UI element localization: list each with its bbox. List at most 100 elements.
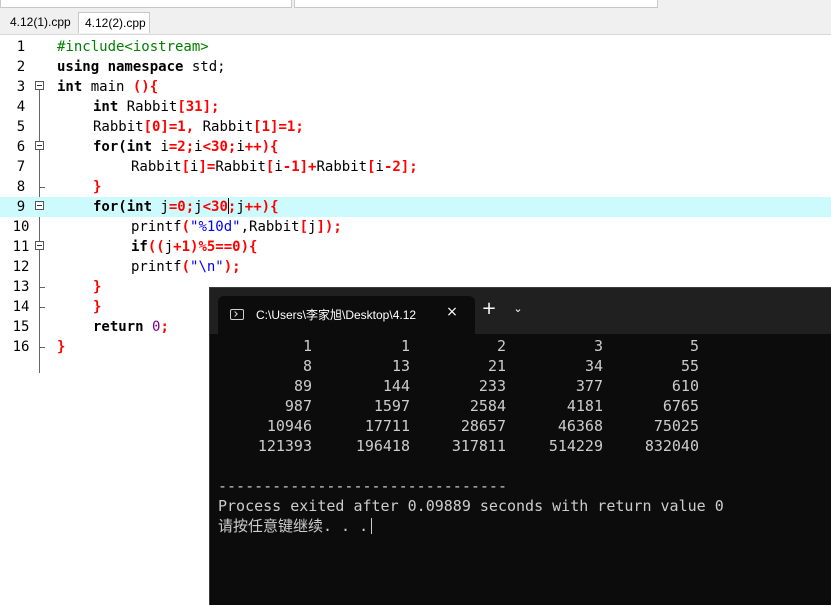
fold-collapse-icon[interactable] [35,141,44,150]
output-number: 89 [293,377,312,395]
fold-end-marker [39,287,45,288]
line-number: 11 [12,239,30,255]
code-line: 12 printf("\n"); [0,257,831,277]
code-text: if((j+1)%5==0){ [131,239,258,255]
window-top-strip [0,0,831,10]
output-number: 2 [496,337,506,355]
line-number: 14 [12,299,30,315]
output-number: 610 [671,377,699,395]
line-number: 4 [16,99,26,115]
code-text: } [93,299,102,315]
output-number: 55 [680,357,699,375]
code-text: printf("%10d",Rabbit[j]); [131,219,342,235]
output-number: 121393 [257,437,312,455]
output-number: 3 [593,337,603,355]
exit-message: Process exited after 0.09889 seconds wit… [218,497,724,515]
code-line: 11 if((j+1)%5==0){ [0,237,831,257]
output-number: 1 [400,337,410,355]
console-window[interactable]: C:\Users\李家旭\Desktop\4.12 × + ⌄ 1 1 2 3 … [209,287,831,605]
chevron-down-icon[interactable]: ⌄ [510,301,526,317]
fold-collapse-icon[interactable] [35,201,44,210]
console-title-bar[interactable]: C:\Users\李家旭\Desktop\4.12 × + ⌄ [210,288,831,334]
output-number: 144 [382,377,410,395]
code-text: } [57,339,66,355]
console-cursor [371,518,373,534]
tab-file-1[interactable]: 4.12(1).cpp [4,12,78,33]
output-number: 317811 [451,437,506,455]
fold-end-marker [39,347,45,348]
output-number: 2584 [469,397,506,415]
fold-end-marker [39,187,45,188]
code-line: 4 int Rabbit[31]; [0,97,831,117]
output-number: 514229 [548,437,603,455]
output-row: 1 1 2 3 5 [210,336,831,356]
output-number: 28657 [460,417,506,435]
output-number: 13 [391,357,410,375]
output-number: 196418 [355,437,410,455]
output-number: 10946 [266,417,312,435]
tab-file-2-active[interactable]: 4.12(2).cpp [78,12,150,33]
line-number: 8 [16,179,26,195]
code-line: 6 for(int i=2;i<30;i++){ [0,137,831,157]
line-number: 1 [16,39,26,55]
output-number: 1 [302,337,312,355]
output-number: 832040 [644,437,699,455]
output-number: 75025 [653,417,699,435]
code-line: 3 int main (){ [0,77,831,97]
code-text: int main (){ [57,79,159,95]
screen: 4.12(1).cpp 4.12(2).cpp 1 #include<iostr… [0,0,831,605]
toolbar-box-right [294,0,658,8]
line-number: 7 [16,159,26,175]
output-number: 21 [487,357,506,375]
code-text: Rabbit[i]=Rabbit[i-1]+Rabbit[i-2]; [131,159,418,175]
code-text: } [93,179,102,195]
output-number: 17711 [364,417,410,435]
output-number: 4181 [566,397,603,415]
output-number: 8 [302,357,312,375]
line-number: 12 [12,259,30,275]
code-text: for(int j=0;j<30;j++){ [93,198,279,215]
line-number: 15 [12,319,30,335]
fold-collapse-icon[interactable] [35,241,44,250]
output-row: 121393 196418 317811 514229 832040 [210,436,831,456]
output-number: 34 [584,357,603,375]
output-number: 1597 [373,397,410,415]
line-number: 2 [16,59,26,75]
output-number: 6765 [662,397,699,415]
line-number: 16 [12,339,30,355]
editor-tab-bar: 4.12(1).cpp 4.12(2).cpp [0,10,831,35]
code-text: int Rabbit[31]; [93,99,220,115]
output-row: 8 13 21 34 55 [210,356,831,376]
code-text: using namespace std; [57,59,226,75]
new-tab-icon[interactable]: + [480,300,498,318]
code-line: 10 printf("%10d",Rabbit[j]); [0,217,831,237]
code-line: 5 Rabbit[0]=1, Rabbit[1]=1; [0,117,831,137]
console-tab[interactable]: C:\Users\李家旭\Desktop\4.12 × [218,296,475,334]
line-number: 13 [12,279,30,295]
fold-end-marker [39,307,45,308]
code-text: } [93,279,102,295]
close-icon[interactable]: × [444,304,460,320]
code-text: Rabbit[0]=1, Rabbit[1]=1; [93,119,304,135]
toolbar-box-left [0,0,292,8]
line-number: 3 [16,79,26,95]
fold-collapse-icon[interactable] [35,81,44,90]
press-any-key-prompt: 请按任意键继续. . . [218,516,373,536]
code-text: #include<iostream> [57,39,209,55]
line-number: 10 [12,219,30,235]
line-number: 5 [16,119,26,135]
line-number: 9 [16,199,26,215]
output-number: 377 [575,377,603,395]
output-number: 5 [689,337,699,355]
output-row: 10946 17711 28657 46368 75025 [210,416,831,436]
output-number: 46368 [557,417,603,435]
code-line: 8 } [0,177,831,197]
code-text: return 0; [93,319,169,335]
code-line-current: 9 for(int j=0;j<30;j++){ [0,197,831,217]
code-text: printf("\n"); [131,259,241,275]
console-output[interactable]: 1 1 2 3 5 8 13 21 34 55 89 144 233 377 6… [210,334,831,605]
console-tab-title: C:\Users\李家旭\Desktop\4.12 [256,308,417,322]
output-number: 233 [478,377,506,395]
output-row: 89 144 233 377 610 [210,376,831,396]
code-line: 7 Rabbit[i]=Rabbit[i-1]+Rabbit[i-2]; [0,157,831,177]
